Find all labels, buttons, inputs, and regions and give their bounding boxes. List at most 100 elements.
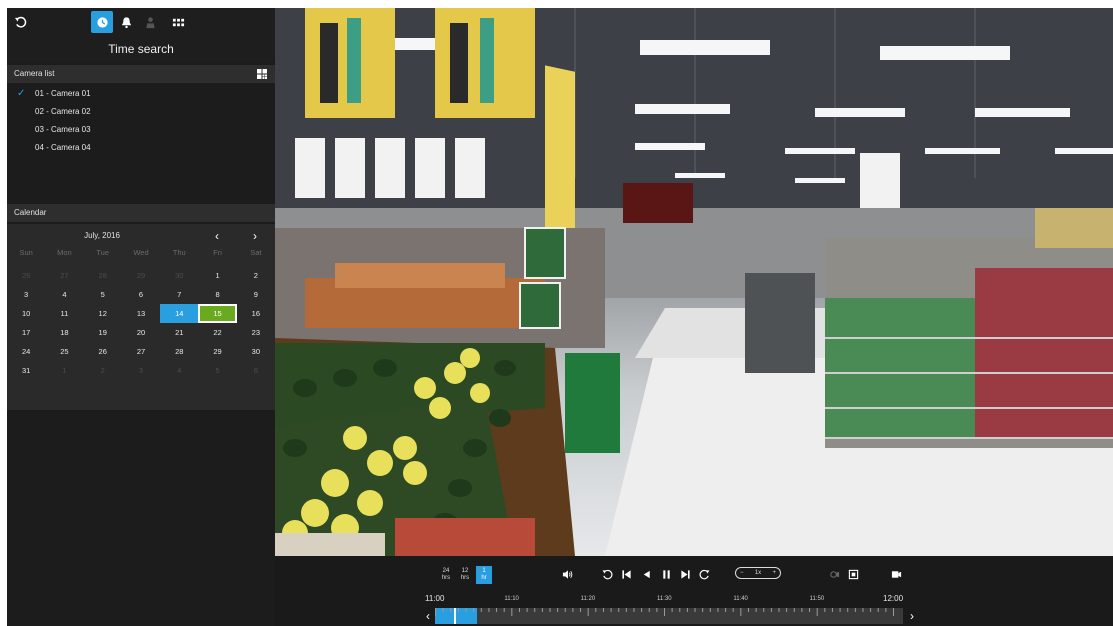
timeline-cursor[interactable]: [453, 608, 456, 624]
timeline-time-label: 12:00: [883, 594, 904, 603]
speed-decrease-button[interactable]: −: [740, 570, 744, 576]
calendar-day[interactable]: 26: [84, 342, 122, 361]
volume-icon[interactable]: [560, 568, 574, 580]
camera-label: 02 - Camera 02: [35, 107, 91, 116]
tab-time-search-clock-icon[interactable]: [91, 11, 113, 33]
calendar-day[interactable]: 11: [45, 304, 83, 323]
zoom-unit: hr: [481, 575, 487, 581]
rewind-10s-icon[interactable]: [600, 568, 614, 580]
timeline-time-label: 11:20: [580, 596, 596, 602]
calendar-day[interactable]: 13: [122, 304, 160, 323]
zoom-region-icon[interactable]: [846, 568, 860, 580]
play-reverse-icon[interactable]: [639, 568, 653, 580]
camera-list-item[interactable]: 04 - Camera 04: [7, 139, 275, 157]
calendar-day[interactable]: 6: [237, 361, 275, 380]
camera-list-item[interactable]: 02 - Camera 02: [7, 103, 275, 121]
camera-label: 01 - Camera 01: [35, 89, 91, 98]
calendar-day[interactable]: 23: [237, 323, 275, 342]
calendar-next-month-button[interactable]: ›: [248, 229, 262, 243]
calendar-month-label: July, 2016: [84, 231, 120, 240]
tab-person-search-icon[interactable]: [139, 11, 161, 33]
camera-list: ✓ 01 - Camera 01 02 - Camera 02 03 - Camera…: [7, 85, 275, 157]
calendar-day[interactable]: 28: [160, 342, 198, 361]
calendar-day[interactable]: 21: [160, 323, 198, 342]
top-bar: Time search: [7, 8, 275, 62]
timeline-prev-button[interactable]: ‹: [423, 609, 433, 623]
timeline-next-button[interactable]: ›: [907, 609, 917, 623]
calendar-week-row: 31 1 2 3 4 5 6: [7, 361, 275, 380]
calendar-day[interactable]: 5: [84, 285, 122, 304]
speed-increase-button[interactable]: +: [772, 570, 776, 576]
calendar-day[interactable]: 24: [7, 342, 45, 361]
calendar-day[interactable]: 19: [84, 323, 122, 342]
calendar-day[interactable]: 26: [7, 266, 45, 285]
timeline-zoom-button[interactable]: 1 hr: [476, 566, 492, 584]
calendar-day[interactable]: 16: [237, 304, 275, 323]
calendar-header: Calendar: [7, 204, 275, 222]
calendar-day[interactable]: 30: [160, 266, 198, 285]
camera-list-header: Camera list: [7, 65, 275, 83]
calendar: July, 2016 ‹ › Sun Mon Tue Wed Thu Fri Sat 26 2…: [7, 224, 275, 410]
calendar-day[interactable]: 2: [84, 361, 122, 380]
timeline-ticks: [435, 608, 894, 616]
calendar-day[interactable]: 1: [198, 266, 236, 285]
speed-value: 1x: [754, 570, 762, 576]
calendar-day[interactable]: 27: [45, 266, 83, 285]
calendar-day[interactable]: 18: [45, 323, 83, 342]
timeline-zoom-button[interactable]: 24 hrs: [438, 566, 454, 584]
export-video-icon[interactable]: [889, 568, 903, 580]
calendar-day[interactable]: 5: [198, 361, 236, 380]
tab-grid-layout-icon[interactable]: [167, 11, 189, 33]
playback-back-icon[interactable]: [9, 11, 31, 33]
calendar-day[interactable]: 25: [45, 342, 83, 361]
calendar-day[interactable]: 14: [160, 304, 199, 323]
camera-list-item[interactable]: ✓ 01 - Camera 01: [7, 85, 275, 103]
tab-alarm-bell-icon[interactable]: [115, 11, 137, 33]
calendar-day[interactable]: 22: [198, 323, 236, 342]
calendar-day[interactable]: 4: [160, 361, 198, 380]
calendar-day[interactable]: 12: [84, 304, 122, 323]
calendar-header-label: Calendar: [14, 208, 47, 217]
playback-speed-control[interactable]: − 1x +: [735, 567, 781, 579]
calendar-day[interactable]: 28: [84, 266, 122, 285]
calendar-day[interactable]: 6: [122, 285, 160, 304]
calendar-day[interactable]: 17: [7, 323, 45, 342]
calendar-day[interactable]: 3: [7, 285, 45, 304]
calendar-weekday: Wed: [133, 248, 149, 257]
pause-icon[interactable]: [659, 568, 673, 580]
calendar-day[interactable]: 7: [160, 285, 198, 304]
calendar-day[interactable]: 3: [122, 361, 160, 380]
calendar-day[interactable]: 8: [198, 285, 236, 304]
calendar-week-row: 17 18 19 20 21 22 23: [7, 323, 275, 342]
calendar-day[interactable]: 2: [237, 266, 275, 285]
calendar-week-row: 24 25 26 27 28 29 30: [7, 342, 275, 361]
calendar-day[interactable]: 31: [7, 361, 45, 380]
timeline-time-label: 11:40: [733, 596, 748, 602]
camera-snapshot-icon[interactable]: [827, 568, 841, 580]
timeline-zoom-button[interactable]: 12 hrs: [457, 566, 473, 584]
timeline-time-label: 11:50: [809, 596, 825, 602]
calendar-week-row: 26 27 28 29 30 1 2: [7, 266, 275, 285]
camera-list-item[interactable]: 03 - Camera 03: [7, 121, 275, 139]
calendar-day[interactable]: 29: [198, 342, 236, 361]
skip-to-end-icon[interactable]: [678, 568, 692, 580]
calendar-day[interactable]: 27: [122, 342, 160, 361]
calendar-prev-month-button[interactable]: ‹: [210, 229, 224, 243]
calendar-day[interactable]: 29: [122, 266, 160, 285]
skip-to-start-icon[interactable]: [619, 568, 633, 580]
calendar-day[interactable]: 15: [198, 304, 237, 323]
calendar-day[interactable]: 4: [45, 285, 83, 304]
calendar-week-row: 10 11 12 13 14 15 16: [7, 304, 275, 323]
calendar-day[interactable]: 20: [122, 323, 160, 342]
timeline-track[interactable]: [435, 608, 903, 624]
calendar-day[interactable]: 9: [237, 285, 275, 304]
calendar-day[interactable]: 30: [237, 342, 275, 361]
video-view[interactable]: [275, 8, 1113, 556]
forward-10s-icon[interactable]: [697, 568, 711, 580]
layout-toggle-icon[interactable]: [257, 69, 267, 79]
calendar-day[interactable]: 1: [45, 361, 83, 380]
app-window: Time search Camera list ✓ 01 - Camera 01 0…: [7, 8, 1113, 626]
zoom-unit: hrs: [460, 575, 470, 581]
video-frame-supermarket: [275, 8, 1113, 556]
calendar-day[interactable]: 10: [7, 304, 45, 323]
